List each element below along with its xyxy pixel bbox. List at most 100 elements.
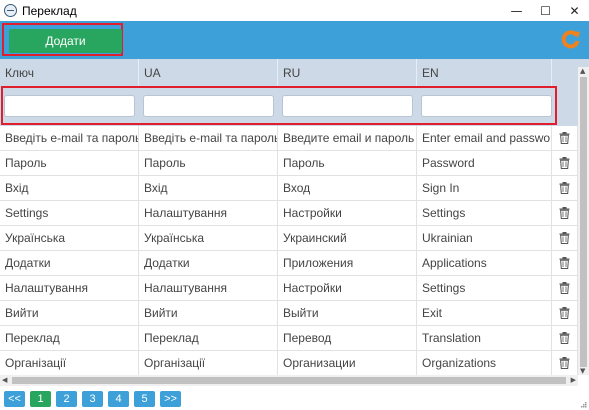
close-button[interactable]: ✕ — [560, 0, 589, 21]
filter-input-ua[interactable] — [143, 95, 274, 117]
cell-ru[interactable]: Перевод — [278, 326, 417, 350]
page-button-4[interactable]: 4 — [108, 391, 129, 407]
cell-key[interactable]: Переклад — [0, 326, 139, 350]
cell-key[interactable]: Вийти — [0, 301, 139, 325]
cell-ru[interactable]: Украинский — [278, 226, 417, 250]
scroll-down-icon[interactable]: ▼ — [580, 367, 585, 375]
cell-key[interactable]: Українська — [0, 226, 139, 250]
table-row[interactable]: Переклад Переклад Перевод Translation — [0, 326, 589, 351]
cell-ru[interactable]: Настройки — [278, 276, 417, 300]
cell-ua[interactable]: Введіть e-mail та пароль — [139, 126, 278, 150]
trash-icon[interactable] — [559, 182, 570, 194]
table-row[interactable]: Settings Налаштування Настройки Settings — [0, 201, 589, 226]
cell-key[interactable]: Settings — [0, 201, 139, 225]
trash-icon[interactable] — [559, 307, 570, 319]
cell-ua[interactable]: Організації — [139, 351, 278, 375]
page-last-button[interactable]: >> — [160, 391, 181, 407]
cell-ru[interactable]: Настройки — [278, 201, 417, 225]
cell-ru[interactable]: Вход — [278, 176, 417, 200]
column-header-key[interactable]: Ключ — [0, 59, 139, 86]
cell-key[interactable]: Введіть e-mail та пароль — [0, 126, 139, 150]
delete-row-cell — [552, 301, 578, 325]
table-row[interactable]: Українська Українська Украинский Ukrainian — [0, 226, 589, 251]
cell-en[interactable]: Exit — [417, 301, 552, 325]
delete-row-cell — [552, 276, 578, 300]
trash-icon[interactable] — [559, 157, 570, 169]
cell-key[interactable]: Пароль — [0, 151, 139, 175]
cell-ua[interactable]: Налаштування — [139, 276, 278, 300]
cell-en[interactable]: Enter email and password — [417, 126, 552, 150]
cell-ua[interactable]: Українська — [139, 226, 278, 250]
column-header-ua[interactable]: UA — [139, 59, 278, 86]
column-header-row: Ключ UA RU EN — [0, 59, 589, 86]
page-first-button[interactable]: << — [4, 391, 25, 407]
cell-en[interactable]: Settings — [417, 201, 552, 225]
delete-row-cell — [552, 151, 578, 175]
horizontal-scrollbar[interactable]: ◀ ▶ — [0, 375, 578, 386]
table-row[interactable]: Введіть e-mail та пароль Введіть e-mail т… — [0, 126, 589, 151]
cell-en[interactable]: Password — [417, 151, 552, 175]
table-row[interactable]: Налаштування Налаштування Настройки Setting… — [0, 276, 589, 301]
filter-input-key[interactable] — [4, 95, 135, 117]
cell-ua[interactable]: Додатки — [139, 251, 278, 275]
table-body: Введіть e-mail та пароль Введіть e-mail т… — [0, 126, 589, 375]
scroll-right-icon[interactable]: ▶ — [571, 376, 576, 384]
cell-ru[interactable]: Пароль — [278, 151, 417, 175]
cell-ru[interactable]: Выйти — [278, 301, 417, 325]
delete-row-cell — [552, 126, 578, 150]
minimize-button[interactable]: — — [502, 0, 531, 21]
cell-en[interactable]: Organizations — [417, 351, 552, 375]
column-header-ru[interactable]: RU — [278, 59, 417, 86]
trash-icon[interactable] — [559, 132, 570, 144]
trash-icon[interactable] — [559, 332, 570, 344]
title-bar: Переклад — ☐ ✕ — [0, 0, 589, 21]
toolbar: Додати — [0, 21, 589, 59]
refresh-icon[interactable] — [561, 29, 581, 49]
trash-icon[interactable] — [559, 257, 570, 269]
cell-ua[interactable]: Вийти — [139, 301, 278, 325]
vertical-scrollbar[interactable]: ▲ ▼ — [578, 67, 589, 375]
cell-ru[interactable]: Приложения — [278, 251, 417, 275]
cell-key[interactable]: Організації — [0, 351, 139, 375]
page-button-3[interactable]: 3 — [82, 391, 103, 407]
page-button-1[interactable]: 1 — [30, 391, 51, 407]
trash-icon[interactable] — [559, 282, 570, 294]
scroll-up-icon[interactable]: ▲ — [580, 67, 585, 75]
cell-en[interactable]: Applications — [417, 251, 552, 275]
page-button-2[interactable]: 2 — [56, 391, 77, 407]
cell-ru[interactable]: Введите email и пароль — [278, 126, 417, 150]
maximize-button[interactable]: ☐ — [531, 0, 560, 21]
cell-key[interactable]: Вхід — [0, 176, 139, 200]
filter-input-en[interactable] — [421, 95, 552, 117]
filter-input-ru[interactable] — [282, 95, 413, 117]
trash-icon[interactable] — [559, 232, 570, 244]
vertical-scroll-thumb[interactable] — [580, 77, 587, 367]
trash-icon[interactable] — [559, 357, 570, 369]
cell-en[interactable]: Ukrainian — [417, 226, 552, 250]
cell-key[interactable]: Налаштування — [0, 276, 139, 300]
resize-grip-icon[interactable] — [579, 400, 587, 408]
cell-en[interactable]: Settings — [417, 276, 552, 300]
trash-icon[interactable] — [559, 207, 570, 219]
table-row[interactable]: Організації Організації Организации Organiz… — [0, 351, 589, 375]
delete-row-cell — [552, 226, 578, 250]
scroll-left-icon[interactable]: ◀ — [2, 376, 7, 384]
cell-ua[interactable]: Переклад — [139, 326, 278, 350]
table-row[interactable]: Додатки Додатки Приложения Applications — [0, 251, 589, 276]
delete-row-cell — [552, 251, 578, 275]
cell-en[interactable]: Sign In — [417, 176, 552, 200]
add-button[interactable]: Додати — [9, 29, 122, 53]
cell-key[interactable]: Додатки — [0, 251, 139, 275]
cell-ua[interactable]: Пароль — [139, 151, 278, 175]
table-row[interactable]: Вийти Вийти Выйти Exit — [0, 301, 589, 326]
column-header-en[interactable]: EN — [417, 59, 552, 86]
cell-en[interactable]: Translation — [417, 326, 552, 350]
table-row[interactable]: Вхід Вхід Вход Sign In — [0, 176, 589, 201]
page-button-5[interactable]: 5 — [134, 391, 155, 407]
cell-ru[interactable]: Организации — [278, 351, 417, 375]
app-globe-icon — [4, 4, 17, 17]
table-row[interactable]: Пароль Пароль Пароль Password — [0, 151, 589, 176]
horizontal-scroll-thumb[interactable] — [12, 377, 566, 384]
cell-ua[interactable]: Вхід — [139, 176, 278, 200]
cell-ua[interactable]: Налаштування — [139, 201, 278, 225]
